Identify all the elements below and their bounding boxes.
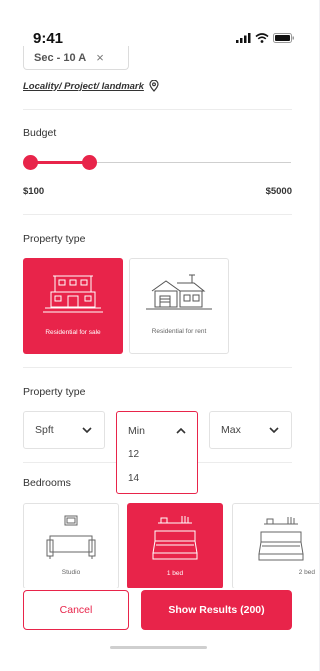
divider — [23, 367, 292, 368]
min-dropdown-option[interactable]: 14 — [128, 473, 139, 484]
locality-link[interactable]: Locality/ Project/ landmark — [23, 80, 159, 92]
location-chip-label: Sec - 10 A — [34, 51, 87, 64]
system-icons — [236, 32, 295, 44]
house-icon — [146, 274, 212, 310]
sofa-icon — [46, 515, 96, 559]
chip-remove-icon[interactable]: × — [96, 51, 104, 64]
property-type-title: Property type — [23, 233, 86, 245]
location-chip[interactable]: Sec - 10 A × — [23, 46, 129, 70]
cancel-button[interactable]: Cancel — [23, 590, 129, 630]
max-dropdown-value: Max — [221, 424, 241, 436]
bedroom-option-label: 1 bed — [166, 570, 184, 577]
unit-dropdown-value: Spft — [35, 424, 54, 436]
min-dropdown-value: Min — [128, 425, 145, 437]
budget-min-label: $100 — [23, 186, 45, 197]
bedroom-option-1-bed[interactable]: 1 bed — [127, 503, 223, 589]
area-title: Property type — [23, 386, 86, 398]
bedroom-option-studio[interactable]: Studio — [23, 503, 119, 589]
budget-title: Budget — [23, 127, 57, 139]
chevron-up-icon — [176, 428, 186, 434]
locality-link-label: Locality/ Project/ landmark — [23, 80, 144, 92]
bedroom-option-label: Studio — [61, 569, 81, 576]
bed-icon — [152, 516, 198, 560]
min-dropdown[interactable]: Min 12 14 — [116, 411, 198, 494]
wifi-icon — [255, 33, 269, 43]
unit-dropdown[interactable]: Spft — [23, 411, 105, 449]
budget-min-handle[interactable] — [23, 155, 38, 170]
status-bar: 9:41 — [0, 0, 319, 47]
filter-screen: 9:41 Sec - 10 A × Locality/ Project/ lan… — [0, 0, 319, 671]
apartment-building-icon — [43, 275, 103, 313]
bedroom-option-label: 2 bed — [298, 569, 315, 576]
max-dropdown[interactable]: Max — [209, 411, 292, 449]
home-indicator — [110, 646, 207, 649]
signal-icon — [236, 33, 251, 43]
min-dropdown-header[interactable]: Min — [128, 425, 186, 437]
property-option-label: Residential for sale — [45, 329, 101, 336]
budget-max-label: $5000 — [265, 186, 292, 197]
divider — [23, 214, 292, 215]
residential-for-sale-card[interactable]: Residential for sale — [23, 258, 123, 354]
location-pin-icon — [149, 80, 159, 92]
battery-icon — [273, 33, 294, 43]
bedrooms-title: Bedrooms — [23, 477, 71, 489]
chevron-down-icon — [269, 427, 279, 433]
chevron-down-icon — [82, 427, 92, 433]
divider — [23, 462, 116, 463]
show-results-button[interactable]: Show Results (200) — [141, 590, 292, 630]
residential-for-rent-card[interactable]: Residential for rent — [129, 258, 229, 354]
min-dropdown-option[interactable]: 12 — [128, 449, 139, 460]
bed-icon — [258, 517, 304, 561]
property-option-label: Residential for rent — [151, 328, 207, 335]
budget-max-handle[interactable] — [82, 155, 97, 170]
bedroom-option-2-bed[interactable]: 2 bed — [232, 503, 319, 589]
divider — [23, 109, 292, 110]
divider — [198, 462, 292, 463]
